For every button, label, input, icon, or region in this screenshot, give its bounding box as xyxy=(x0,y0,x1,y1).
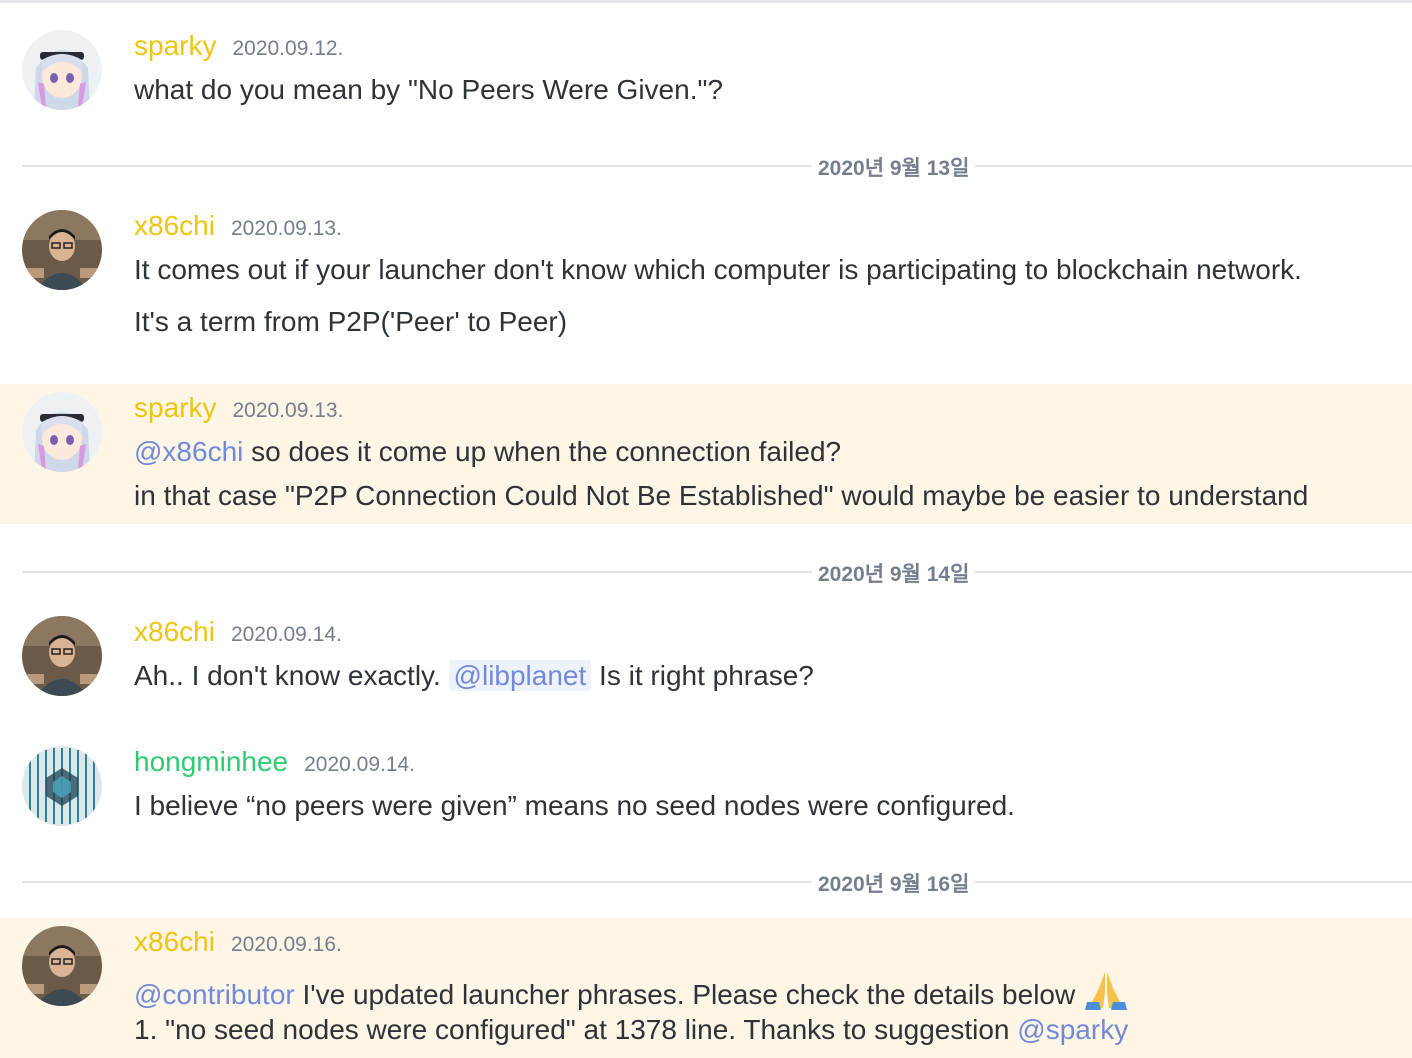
message: x86chi 2020.09.13. It comes out if your … xyxy=(0,194,1412,364)
message-mention-highlight: sparky 2020.09.13. @x86chi so does it co… xyxy=(0,384,1412,524)
timestamp: 2020.09.13. xyxy=(232,399,344,422)
message-text-segment: so does it come up when the connection f… xyxy=(243,436,842,467)
avatar[interactable] xyxy=(22,30,102,110)
message-text: Ah.. I don't know exactly. @libplanet Is… xyxy=(134,660,814,692)
message-text: It's a term from P2P('Peer' to Peer) xyxy=(134,306,568,337)
top-border xyxy=(0,0,1412,3)
avatar[interactable] xyxy=(22,210,102,290)
date-divider xyxy=(22,881,1412,883)
message-text: It comes out if your launcher don't know… xyxy=(134,254,1302,285)
avatar[interactable] xyxy=(22,746,102,826)
message-text-segment: Ah.. I don't know exactly. xyxy=(134,660,449,691)
avatar[interactable] xyxy=(22,616,102,696)
message-text: in that case "P2P Connection Could Not B… xyxy=(134,480,1309,511)
username[interactable]: sparky xyxy=(134,30,216,62)
message: sparky 2020.09.12. what do you mean by "… xyxy=(0,14,1412,134)
username[interactable]: x86chi xyxy=(134,210,215,242)
message-text-segment: I've updated launcher phrases. Please ch… xyxy=(294,979,1083,1010)
geometric-pattern-avatar-icon xyxy=(22,746,102,826)
message-text-segment: 1. "no seed nodes were configured" at 13… xyxy=(134,1014,1018,1045)
message-text: @x86chi so does it come up when the conn… xyxy=(134,436,841,468)
anime-girl-avatar-icon xyxy=(22,392,102,472)
avatar[interactable] xyxy=(22,926,102,1006)
person-photo-avatar-icon xyxy=(22,210,102,290)
date-divider-label: 2020년 9월 14일 xyxy=(812,558,976,588)
role-mention[interactable]: @contributor xyxy=(134,979,295,1010)
date-divider xyxy=(22,571,1412,573)
user-mention[interactable]: @sparky xyxy=(1017,1014,1128,1045)
anime-girl-avatar-icon xyxy=(22,30,102,110)
username[interactable]: hongminhee xyxy=(134,746,288,778)
date-divider-label: 2020년 9월 13일 xyxy=(812,152,976,182)
person-photo-avatar-icon xyxy=(22,616,102,696)
message-text: I believe “no peers were given” means no… xyxy=(134,790,1015,821)
message-text: 1. "no seed nodes were configured" at 13… xyxy=(134,1014,1128,1046)
role-mention[interactable]: @libplanet xyxy=(448,660,592,691)
message-mention-highlight: x86chi 2020.09.16. @contributor I've upd… xyxy=(0,918,1412,1058)
timestamp: 2020.09.14. xyxy=(304,753,416,776)
avatar[interactable] xyxy=(22,392,102,472)
folded-hands-emoji xyxy=(1083,970,1129,1017)
username[interactable]: x86chi xyxy=(134,926,215,958)
message-text: @contributor I've updated launcher phras… xyxy=(134,970,1129,1017)
user-mention[interactable]: @x86chi xyxy=(134,436,243,467)
date-divider xyxy=(22,165,1412,167)
message: hongminhee 2020.09.14. I believe “no pee… xyxy=(0,730,1412,840)
message-text-segment: Is it right phrase? xyxy=(591,660,814,691)
timestamp: 2020.09.16. xyxy=(230,933,342,956)
message: x86chi 2020.09.14. Ah.. I don't know exa… xyxy=(0,600,1412,710)
username[interactable]: x86chi xyxy=(134,616,215,648)
person-photo-avatar-icon xyxy=(22,926,102,1006)
date-divider-label: 2020년 9월 16일 xyxy=(812,868,976,898)
message-text: what do you mean by "No Peers Were Given… xyxy=(134,74,723,105)
username[interactable]: sparky xyxy=(134,392,216,424)
timestamp: 2020.09.13. xyxy=(230,217,342,240)
timestamp: 2020.09.14. xyxy=(230,623,342,646)
timestamp: 2020.09.12. xyxy=(232,37,344,60)
